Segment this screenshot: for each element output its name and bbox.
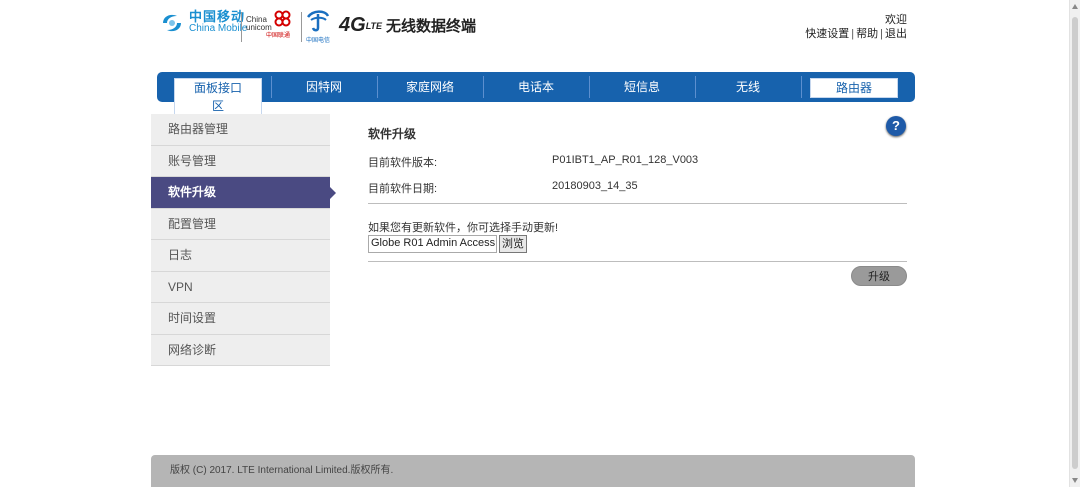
- nav-panel-interface[interactable]: 面板接口区: [165, 78, 271, 116]
- telecom-swirl-icon: [306, 10, 330, 32]
- page-title: 软件升级: [368, 127, 417, 141]
- china-mobile-en: China Mobile: [189, 23, 248, 34]
- divider: [368, 203, 907, 204]
- logo-divider: [241, 12, 242, 42]
- footer: 版权 (C) 2017. LTE International Limited.版…: [151, 455, 915, 487]
- sidebar-item-time-settings[interactable]: 时间设置: [151, 303, 330, 335]
- welcome-text: 欢迎: [885, 14, 907, 26]
- sidebar-item-label: 配置管理: [168, 216, 217, 231]
- nav-home-network[interactable]: 家庭网络: [377, 76, 483, 98]
- main-nav: 面板接口区 因特网 家庭网络 电话本 短信息 无线 路由器: [157, 72, 915, 116]
- file-picker: Globe R01 Admin Access 8 浏览: [368, 235, 527, 253]
- header: 中国移动 China Mobile China unicom 中国联通 中国电信…: [151, 0, 915, 60]
- sidebar: 路由器管理 账号管理 软件升级 配置管理 日志 VPN 时间设置 网络诊断: [151, 114, 336, 366]
- sidebar-item-label: 路由器管理: [168, 122, 229, 136]
- nav-phonebook[interactable]: 电话本: [483, 76, 589, 98]
- sidebar-item-software-upgrade[interactable]: 软件升级: [151, 177, 336, 209]
- g4-label: 4G: [339, 14, 366, 36]
- scroll-up-icon[interactable]: [1072, 4, 1078, 9]
- china-unicom-logo: China unicom 中国联通: [246, 10, 302, 40]
- china-unicom-zh: 中国联通: [266, 33, 291, 39]
- sidebar-item-network-diagnosis[interactable]: 网络诊断: [151, 334, 330, 366]
- help-link[interactable]: 帮助: [856, 28, 878, 40]
- lte-label: LTE: [365, 20, 383, 31]
- sidebar-item-router-management[interactable]: 路由器管理: [151, 114, 330, 146]
- nav-label: 面板接口区: [174, 78, 262, 116]
- product-title: 无线数据终端: [386, 18, 477, 35]
- nav-wireless[interactable]: 无线: [695, 76, 801, 98]
- link-separator: |: [880, 28, 883, 40]
- quick-setup-link[interactable]: 快速设置: [805, 28, 849, 40]
- sidebar-item-config-management[interactable]: 配置管理: [151, 208, 330, 240]
- help-icon[interactable]: ?: [886, 116, 906, 136]
- version-value: P01IBT1_AP_R01_128_V003: [552, 154, 699, 166]
- sidebar-item-label: 时间设置: [168, 311, 217, 325]
- china-mobile-icon: [159, 10, 185, 36]
- update-hint: 如果您有更新软件，你可选择手动更新!: [368, 222, 559, 234]
- sidebar-item-log[interactable]: 日志: [151, 240, 330, 272]
- nav-router[interactable]: 路由器: [801, 76, 907, 98]
- logo-divider: [301, 12, 302, 42]
- nav-label: 家庭网络: [405, 80, 454, 94]
- link-separator: |: [851, 28, 855, 40]
- nav-label: 无线: [735, 80, 760, 94]
- sidebar-item-account-management[interactable]: 账号管理: [151, 145, 330, 177]
- date-value: 20180903_14_35: [552, 180, 638, 192]
- file-path-input[interactable]: Globe R01 Admin Access 8: [368, 235, 497, 253]
- china-unicom-en: China unicom: [246, 15, 272, 32]
- upgrade-button[interactable]: 升级: [851, 266, 907, 286]
- product-brand: 4G LTE 无线数据终端: [339, 14, 476, 37]
- date-label: 目前软件日期:: [368, 183, 438, 195]
- nav-label: 路由器: [810, 78, 898, 98]
- nav-sms[interactable]: 短信息: [589, 76, 695, 98]
- sidebar-item-vpn[interactable]: VPN: [151, 271, 330, 303]
- divider: [368, 261, 907, 262]
- china-telecom-zh: 中国电信: [305, 38, 330, 44]
- user-links: 欢迎 快速设置 | 帮助 | 退出: [805, 13, 907, 41]
- date-row: 目前软件日期: 20180903_14_35: [368, 180, 638, 196]
- browse-button[interactable]: 浏览: [499, 235, 527, 253]
- nav-label: 因特网: [305, 80, 342, 94]
- sidebar-item-label: VPN: [168, 279, 193, 294]
- nav-internet[interactable]: 因特网: [271, 76, 377, 98]
- nav-label: 电话本: [517, 80, 554, 94]
- sidebar-item-label: 日志: [168, 248, 193, 262]
- logout-link[interactable]: 退出: [885, 28, 907, 40]
- china-mobile-logo: 中国移动 China Mobile: [159, 10, 247, 36]
- china-mobile-zh: 中国移动: [189, 9, 246, 24]
- sidebar-item-label: 网络诊断: [168, 342, 217, 357]
- china-telecom-logo: 中国电信: [304, 10, 332, 44]
- nav-label: 短信息: [623, 80, 660, 94]
- scroll-thumb[interactable]: [1072, 17, 1078, 469]
- version-label: 目前软件版本:: [368, 157, 438, 169]
- sidebar-item-label: 账号管理: [168, 153, 217, 168]
- sidebar-item-label: 软件升级: [168, 185, 217, 199]
- vertical-scrollbar[interactable]: [1069, 0, 1080, 487]
- scroll-down-icon[interactable]: [1072, 478, 1078, 483]
- copyright-text: 版权 (C) 2017. LTE International Limited.版…: [170, 465, 394, 476]
- version-row: 目前软件版本: P01IBT1_AP_R01_128_V003: [368, 154, 698, 170]
